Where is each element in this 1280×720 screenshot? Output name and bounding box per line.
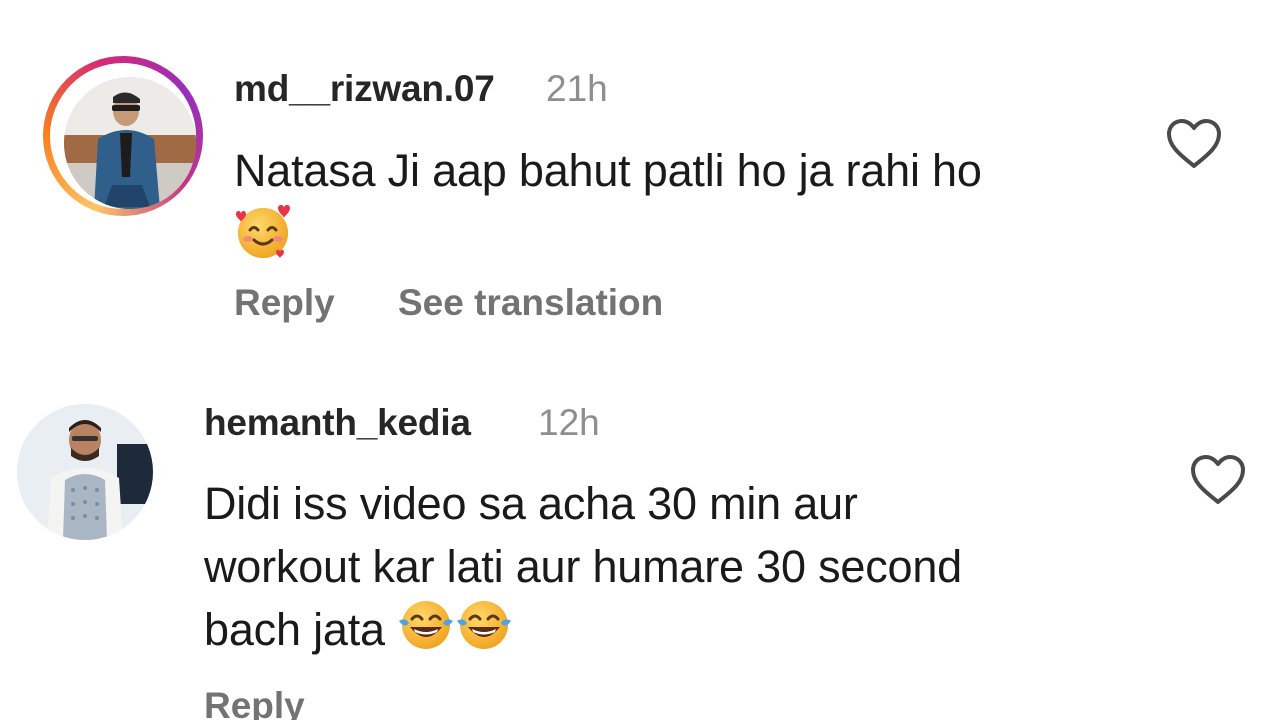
- username[interactable]: md__rizwan.07: [234, 68, 495, 110]
- comments-screen: md__rizwan.07 21h Natasa Ji aap bahut pa…: [0, 0, 1280, 720]
- like-button[interactable]: [1188, 452, 1248, 508]
- timestamp: 21h: [546, 68, 608, 109]
- timestamp: 12h: [538, 402, 600, 443]
- username[interactable]: hemanth_kedia: [204, 402, 471, 444]
- comment-item: hemanth_kedia 12h Didi iss video sa acha…: [0, 380, 1280, 720]
- avatar[interactable]: [17, 404, 153, 540]
- comment-text-line: Didi iss video sa acha 30 min aur: [204, 478, 858, 529]
- comment-text-body: Natasa Ji aap bahut patli ho ja rahi ho: [234, 145, 982, 196]
- avatar-person-icon: [17, 404, 153, 540]
- face-with-tears-of-joy-icon: [397, 599, 455, 667]
- story-ring-gap: [50, 63, 196, 209]
- comment-text-line: bach jata: [204, 604, 385, 655]
- comment-text: Didi iss video sa acha 30 min aur workou…: [204, 472, 1144, 667]
- comment-text-line: workout kar lati aur humare 30 second: [204, 541, 962, 592]
- heart-outline-icon: [1191, 455, 1245, 504]
- smiling-face-with-hearts-icon: [234, 202, 292, 276]
- like-button[interactable]: [1164, 116, 1224, 172]
- avatar-person-icon: [64, 77, 196, 209]
- avatar[interactable]: [64, 77, 196, 209]
- comment-item: md__rizwan.07 21h Natasa Ji aap bahut pa…: [0, 0, 1280, 360]
- reply-button[interactable]: Reply: [234, 282, 335, 324]
- see-translation-button[interactable]: See translation: [398, 282, 663, 324]
- story-ring[interactable]: [43, 56, 203, 216]
- comment-text: Natasa Ji aap bahut patli ho ja rahi ho: [234, 139, 1134, 276]
- reply-button[interactable]: Reply: [204, 685, 305, 720]
- heart-outline-icon: [1167, 119, 1221, 168]
- face-with-tears-of-joy-icon: [455, 599, 513, 667]
